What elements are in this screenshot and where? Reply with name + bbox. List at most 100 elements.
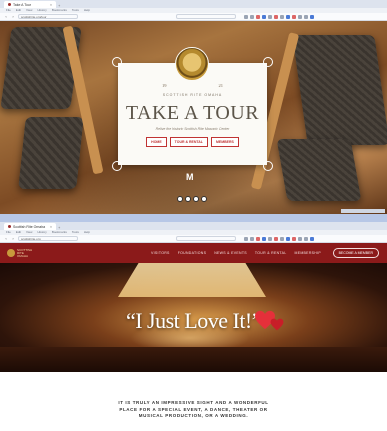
toolbar-icon[interactable] — [274, 236, 278, 241]
menu-tools[interactable]: Tools — [72, 231, 79, 234]
nav-visitors[interactable]: VISITORS — [151, 251, 170, 255]
emblem-icon — [7, 249, 15, 257]
menu-edit[interactable]: Edit — [16, 9, 21, 12]
toolbar-icon[interactable] — [298, 236, 302, 241]
close-tab-icon[interactable]: × — [50, 225, 52, 229]
browser-window-home: Scottish Rite Omaha × + File Edit View H… — [0, 222, 387, 431]
toolbar-icon[interactable] — [292, 236, 296, 241]
ornament-icon — [263, 57, 273, 67]
toolbar-icon[interactable] — [268, 14, 272, 19]
become-member-button[interactable]: BECOME A MEMBER — [332, 248, 379, 258]
menu-tools[interactable]: Tools — [72, 9, 79, 12]
toolbar-icon[interactable] — [274, 14, 278, 19]
menu-edit[interactable]: Edit — [16, 231, 21, 234]
hero-quote: “I Just Love It!” — [125, 308, 262, 333]
twitter-icon[interactable] — [185, 196, 191, 202]
theater-seat — [292, 35, 387, 145]
favicon-icon — [8, 3, 11, 6]
menu-help[interactable]: Help — [84, 9, 90, 12]
brand-logo[interactable]: SCOTTISH RITE OMAHA — [7, 248, 33, 258]
table-surface — [0, 347, 387, 372]
menu-file[interactable]: File — [6, 9, 11, 12]
back-icon[interactable]: ‹ — [4, 14, 8, 19]
menu-file[interactable]: File — [6, 231, 11, 234]
card-subtitle: Relive the historic Scottish Rite Masoni… — [155, 127, 230, 131]
toolbar-icon[interactable] — [298, 14, 302, 19]
forward-icon[interactable]: › — [11, 236, 15, 241]
brand-name: SCOTTISH RITE OMAHA — [17, 247, 33, 258]
menu-help[interactable]: Help — [84, 231, 90, 234]
ornament-icon — [112, 161, 122, 171]
close-tab-icon[interactable]: × — [50, 3, 52, 7]
tab-take-a-tour[interactable]: Take A Tour × — [4, 1, 56, 8]
toolbar-icon[interactable] — [256, 14, 260, 19]
nav-links: VISITORS FOUNDATIONS NEWS & EVENTS TOUR … — [151, 251, 321, 255]
url-input[interactable]: scottishrite.org — [18, 236, 78, 241]
menu-history[interactable]: History — [37, 231, 46, 234]
nav-membership[interactable]: MEMBERSHIP — [294, 251, 321, 255]
toolbar-icon[interactable] — [292, 14, 296, 19]
members-button[interactable]: MEMBERS — [210, 137, 239, 147]
home-button[interactable]: HOME — [146, 137, 167, 147]
favicon-icon — [8, 225, 11, 228]
status-strip — [341, 209, 385, 213]
tour-card: 19 21 SCOTTISH RITE OMAHA TAKE A TOUR Re… — [112, 47, 273, 171]
theater-seat — [276, 139, 362, 201]
tour-hero: 19 21 SCOTTISH RITE OMAHA TAKE A TOUR Re… — [0, 21, 387, 214]
back-icon[interactable]: ‹ — [4, 236, 8, 241]
page-title: TAKE A TOUR — [125, 102, 260, 124]
card-buttons: HOME TOUR & RENTAL MEMBERS — [118, 137, 267, 147]
browser-window-tour: Take A Tour × + File Edit View History B… — [0, 0, 387, 214]
toolbar-icon[interactable] — [280, 14, 284, 19]
year-right: 21 — [218, 83, 224, 88]
pinterest-icon[interactable] — [193, 196, 199, 202]
menu-history[interactable]: History — [37, 9, 46, 12]
toolbar-icon[interactable] — [286, 14, 290, 19]
instagram-icon[interactable] — [201, 196, 207, 202]
menu-bookmarks[interactable]: Bookmarks — [52, 9, 67, 12]
search-input[interactable] — [176, 14, 236, 19]
tab-label: Take A Tour — [13, 2, 32, 7]
toolbar-icon[interactable] — [268, 236, 272, 241]
address-bar-row: ‹ › scottishrite.org — [0, 235, 387, 243]
nav-tour-rental[interactable]: TOUR & RENTAL — [255, 251, 287, 255]
toolbar-icon[interactable] — [250, 14, 254, 19]
lamp-shade — [118, 263, 266, 297]
year-left: 19 — [162, 83, 167, 88]
menu-view[interactable]: View — [26, 9, 32, 12]
theater-seat — [18, 117, 84, 189]
toolbar-icon[interactable] — [304, 14, 308, 19]
toolbar-icon[interactable] — [244, 236, 248, 241]
tour-rental-button[interactable]: TOUR & RENTAL — [169, 137, 208, 147]
social-icons — [177, 196, 207, 202]
facebook-icon[interactable] — [177, 196, 183, 202]
toolbar-icon[interactable] — [280, 236, 284, 241]
masonic-seal-icon — [175, 47, 209, 81]
url-input[interactable]: scottishrite.org/tour — [18, 14, 78, 19]
toolbar-icons — [244, 14, 314, 19]
address-bar-row: ‹ › scottishrite.org/tour — [0, 13, 387, 21]
forward-icon[interactable]: › — [11, 14, 15, 19]
toolbar-icon[interactable] — [244, 14, 248, 19]
site-navbar: SCOTTISH RITE OMAHA VISITORS FOUNDATIONS… — [0, 243, 387, 263]
menu-bookmarks[interactable]: Bookmarks — [52, 231, 67, 234]
heart-icon — [270, 318, 284, 331]
ornament-icon — [112, 57, 122, 67]
search-input[interactable] — [176, 236, 236, 241]
tab-scottish-rite[interactable]: Scottish Rite Omaha × — [4, 223, 56, 230]
menu-view[interactable]: View — [26, 231, 32, 234]
toolbar-icon[interactable] — [310, 236, 314, 241]
toolbar-icon[interactable] — [256, 236, 260, 241]
tab-bar: Scottish Rite Omaha × + — [0, 222, 387, 230]
toolbar-icon[interactable] — [304, 236, 308, 241]
toolbar-icons — [244, 236, 314, 241]
home-hero: “I Just Love It!” — [0, 263, 387, 372]
toolbar-icon[interactable] — [250, 236, 254, 241]
nav-foundations[interactable]: FOUNDATIONS — [178, 251, 207, 255]
toolbar-icon[interactable] — [262, 14, 266, 19]
nav-news-events[interactable]: NEWS & EVENTS — [214, 251, 247, 255]
site-logo[interactable]: M — [186, 172, 193, 182]
toolbar-icon[interactable] — [310, 14, 314, 19]
toolbar-icon[interactable] — [262, 236, 266, 241]
toolbar-icon[interactable] — [286, 236, 290, 241]
